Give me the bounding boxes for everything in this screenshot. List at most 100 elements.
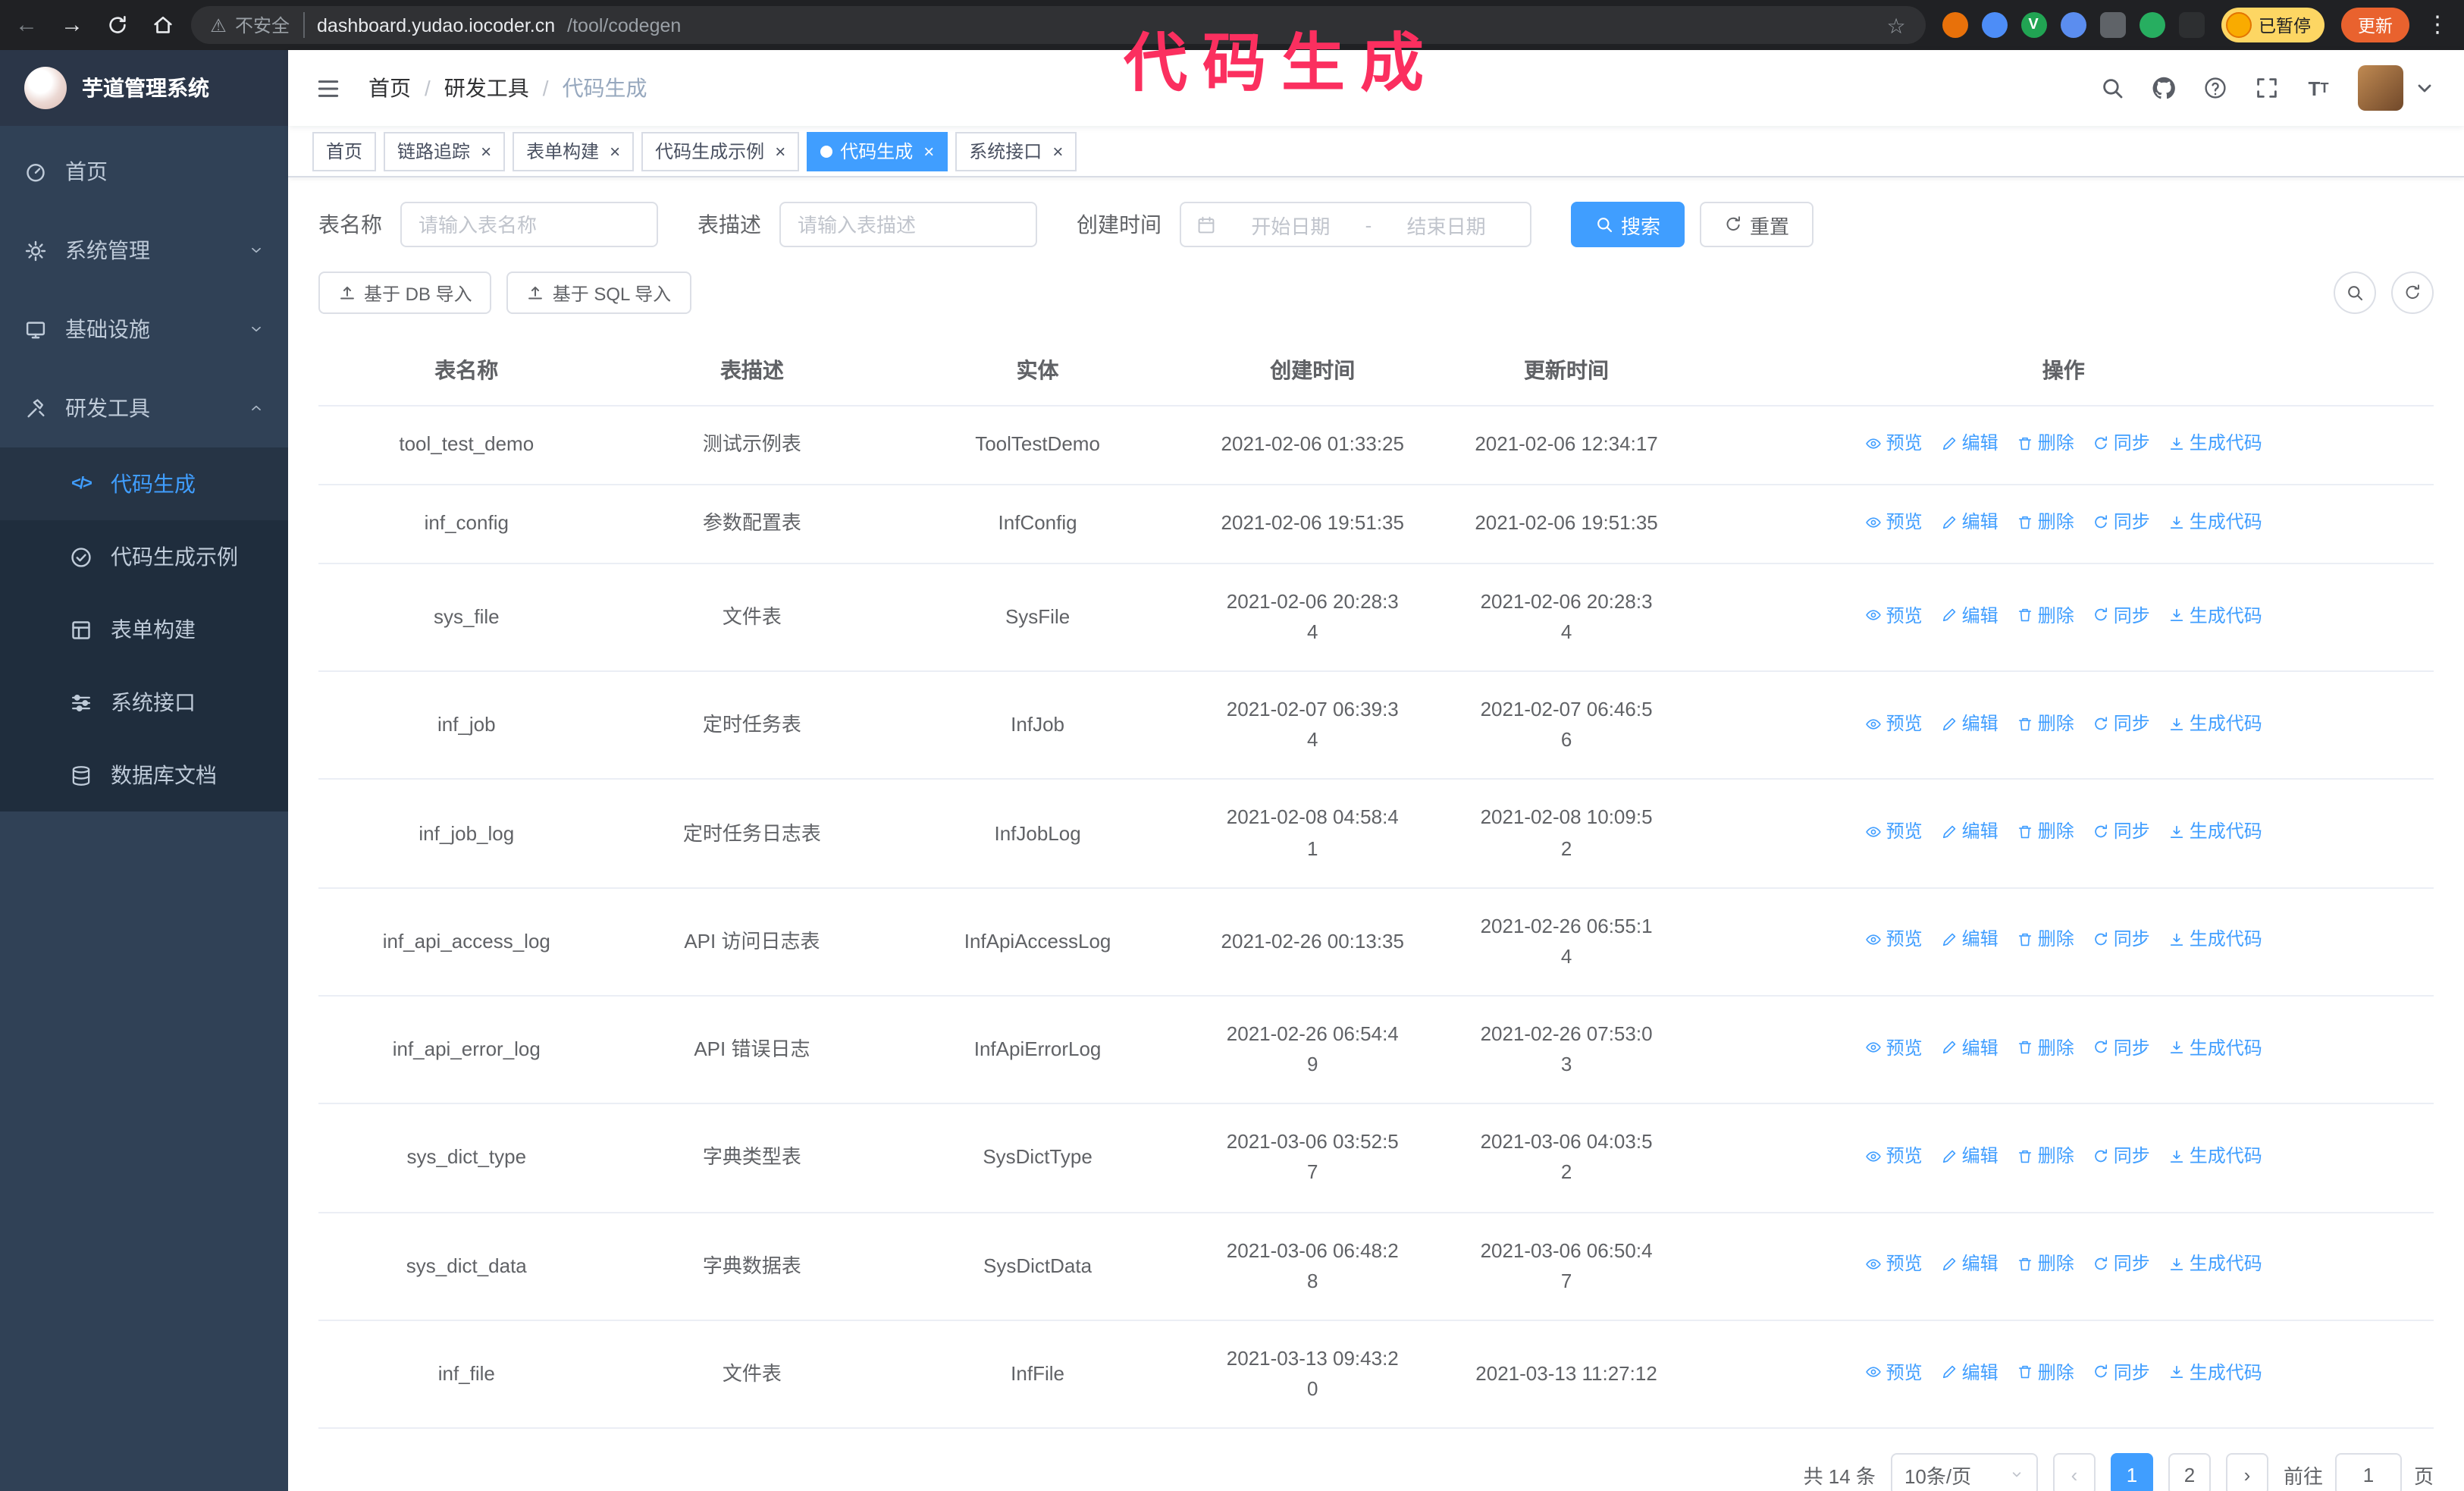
tab-close-icon[interactable]: × [1052,140,1063,162]
preview-link[interactable]: 预览 [1865,1358,1923,1386]
browser-home-icon[interactable] [152,14,174,36]
extension-icon-2[interactable] [1981,12,2007,38]
delete-link[interactable]: 删除 [2017,926,2074,954]
tab-close-icon[interactable]: × [775,140,785,162]
tab-item[interactable]: 代码生成示例 × [641,131,800,171]
search-icon[interactable] [2100,76,2124,100]
generate-link[interactable]: 生成代码 [2168,601,2262,629]
preview-link[interactable]: 预览 [1865,1034,1923,1062]
search-button[interactable]: 搜索 [1571,202,1685,247]
sync-link[interactable]: 同步 [2093,926,2150,954]
delete-link[interactable]: 删除 [2017,1250,2074,1278]
preview-link[interactable]: 预览 [1865,429,1923,457]
generate-link[interactable]: 生成代码 [2168,1250,2262,1278]
preview-link[interactable]: 预览 [1865,508,1923,536]
delete-link[interactable]: 删除 [2017,1142,2074,1170]
next-page-button[interactable]: › [2225,1453,2268,1491]
page-button[interactable]: 2 [2168,1453,2211,1491]
tab-item[interactable]: 代码生成 × [807,131,948,171]
sidebar-subitem[interactable]: 数据库文档 [0,739,288,811]
import-sql-button[interactable]: 基于 SQL 导入 [506,272,691,314]
sync-link[interactable]: 同步 [2093,1358,2150,1386]
tab-item[interactable]: 首页 [312,131,377,171]
delete-link[interactable]: 删除 [2017,710,2074,738]
forward-icon[interactable]: → [61,14,83,36]
generate-link[interactable]: 生成代码 [2168,1034,2262,1062]
generate-link[interactable]: 生成代码 [2168,926,2262,954]
table-name-input[interactable] [400,202,658,247]
tab-item[interactable]: 链路追踪 × [384,131,506,171]
sidebar-item[interactable]: 研发工具 [0,369,288,447]
table-desc-input[interactable] [779,202,1037,247]
delete-link[interactable]: 删除 [2017,1034,2074,1062]
page-size-select[interactable]: 10条/页 [1890,1453,2038,1491]
edit-link[interactable]: 编辑 [1941,926,1998,954]
refresh-table-button[interactable] [2391,272,2434,314]
sync-link[interactable]: 同步 [2093,601,2150,629]
sync-link[interactable]: 同步 [2093,429,2150,457]
generate-link[interactable]: 生成代码 [2168,508,2262,536]
edit-link[interactable]: 编辑 [1941,429,1998,457]
extension-icon-1[interactable] [1942,12,1967,38]
extension-icon-4[interactable] [2060,12,2086,38]
tab-close-icon[interactable]: × [610,140,620,162]
delete-link[interactable]: 删除 [2017,429,2074,457]
edit-link[interactable]: 编辑 [1941,1034,1998,1062]
sidebar-subitem[interactable]: 代码生成示例 [0,520,288,593]
font-size-icon[interactable]: TT [2306,76,2331,100]
preview-link[interactable]: 预览 [1865,1142,1923,1170]
edit-link[interactable]: 编辑 [1941,1142,1998,1170]
goto-page-input[interactable] [2334,1453,2402,1491]
page-button[interactable]: 1 [2110,1453,2153,1491]
edit-link[interactable]: 编辑 [1941,1358,1998,1386]
tab-item[interactable]: 表单构建 × [513,131,635,171]
user-avatar[interactable] [2358,65,2437,111]
prev-page-button[interactable]: ‹ [2052,1453,2096,1491]
sync-link[interactable]: 同步 [2093,508,2150,536]
browser-menu-icon[interactable]: ⋮ [2426,14,2449,36]
sidebar-item[interactable]: 系统管理 [0,211,288,290]
extension-icon-5[interactable] [2099,12,2125,38]
preview-link[interactable]: 预览 [1865,926,1923,954]
tab-close-icon[interactable]: × [923,140,934,162]
bookmark-star-icon[interactable]: ☆ [1886,14,1907,36]
edit-link[interactable]: 编辑 [1941,601,1998,629]
browser-update-button[interactable]: 更新 [2341,8,2409,42]
sidebar-item[interactable]: 首页 [0,132,288,211]
preview-link[interactable]: 预览 [1865,710,1923,738]
sidebar-subitem[interactable]: 系统接口 [0,666,288,739]
help-icon[interactable] [2203,76,2227,100]
toggle-search-button[interactable] [2334,272,2376,314]
edit-link[interactable]: 编辑 [1941,1250,1998,1278]
sync-link[interactable]: 同步 [2093,1142,2150,1170]
delete-link[interactable]: 删除 [2017,601,2074,629]
profile-paused-badge[interactable]: 已暂停 [2221,8,2324,42]
back-icon[interactable]: ← [15,14,38,36]
edit-link[interactable]: 编辑 [1941,508,1998,536]
import-db-button[interactable]: 基于 DB 导入 [318,272,492,314]
extension-icon-3[interactable]: V [2020,12,2046,38]
delete-link[interactable]: 删除 [2017,1358,2074,1386]
extension-icon-7[interactable] [2178,12,2204,38]
generate-link[interactable]: 生成代码 [2168,1358,2262,1386]
edit-link[interactable]: 编辑 [1941,818,1998,846]
caret-down-icon[interactable] [2412,76,2437,100]
generate-link[interactable]: 生成代码 [2168,818,2262,846]
preview-link[interactable]: 预览 [1865,1250,1923,1278]
edit-link[interactable]: 编辑 [1941,710,1998,738]
tab-item[interactable]: 系统接口 × [955,131,1077,171]
sync-link[interactable]: 同步 [2093,1034,2150,1062]
generate-link[interactable]: 生成代码 [2168,429,2262,457]
app-logo[interactable]: 芋道管理系统 [0,50,288,126]
address-bar[interactable]: ⚠ 不安全 dashboard.yudao.iocoder.cn/tool/co… [191,6,1925,44]
breadcrumb-item[interactable]: 首页 [368,73,411,103]
sync-link[interactable]: 同步 [2093,710,2150,738]
github-icon[interactable] [2152,76,2176,100]
reload-icon[interactable] [106,14,129,36]
sidebar-item[interactable]: 基础设施 [0,290,288,369]
reset-button[interactable]: 重置 [1700,202,1814,247]
tab-close-icon[interactable]: × [481,140,491,162]
sidebar-subitem[interactable]: 表单构建 [0,593,288,666]
insecure-chip[interactable]: ⚠ 不安全 [209,12,306,38]
sync-link[interactable]: 同步 [2093,818,2150,846]
